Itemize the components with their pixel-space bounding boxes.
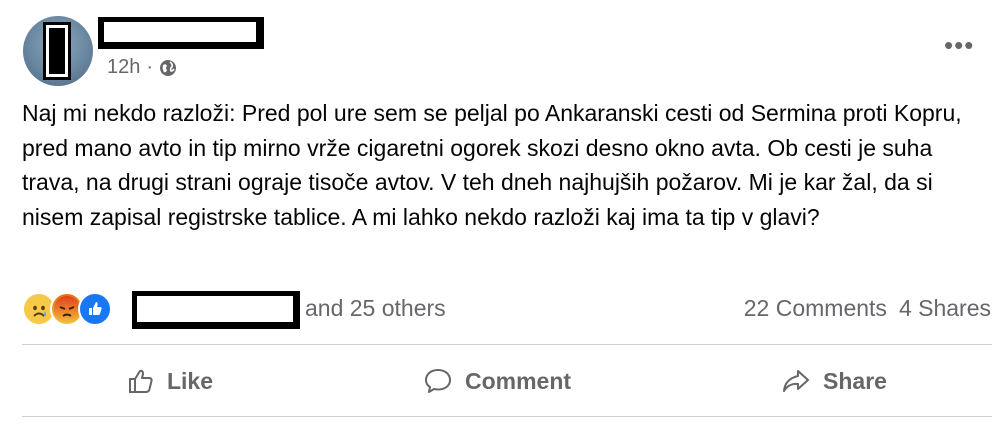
- globe-icon: [159, 59, 177, 77]
- share-label: Share: [823, 367, 887, 394]
- reaction-icons[interactable]: [22, 292, 112, 326]
- post-meta: 12h ·: [107, 56, 177, 79]
- author-name-redacted[interactable]: [98, 17, 264, 49]
- reactor-names-redacted[interactable]: [132, 291, 300, 329]
- comment-label: Comment: [465, 367, 572, 394]
- share-arrow-icon: [781, 367, 811, 395]
- post-text: Naj mi nekdo razloži: Pred pol ure sem s…: [22, 100, 962, 230]
- divider-bottom: [22, 416, 992, 417]
- post-timestamp[interactable]: 12h: [107, 56, 140, 79]
- comments-count[interactable]: 22 Comments: [744, 295, 887, 322]
- like-label: Like: [166, 367, 214, 394]
- reactions-others-text[interactable]: and 25 others: [305, 295, 446, 322]
- thumbs-up-icon: [127, 367, 155, 395]
- engagement-counts: 22 Comments 4 Shares: [744, 295, 991, 322]
- like-reaction-icon: [78, 292, 112, 326]
- comment-button[interactable]: Comment: [403, 359, 591, 403]
- more-options-button[interactable]: •••: [944, 32, 974, 58]
- share-button[interactable]: Share: [761, 359, 907, 403]
- meta-separator: ·: [146, 56, 154, 78]
- profile-avatar[interactable]: [23, 16, 93, 86]
- divider-top: [22, 344, 992, 345]
- action-bar: Like Comment Share: [22, 346, 992, 416]
- comment-bubble-icon: [423, 367, 453, 395]
- shares-count[interactable]: 4 Shares: [899, 295, 991, 322]
- avatar-redaction: [43, 22, 71, 80]
- like-button[interactable]: Like: [107, 359, 233, 403]
